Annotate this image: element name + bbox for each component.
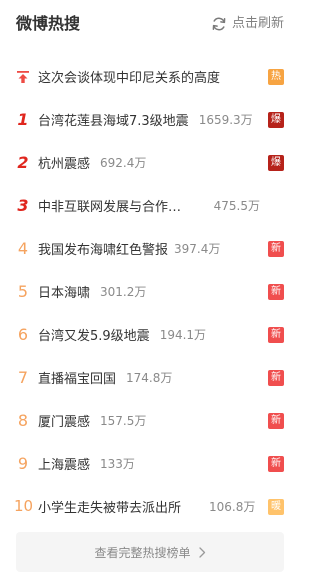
list-item[interactable]: 3 中非互联网发展与合作论坛 475.5万: [0, 184, 300, 227]
topic: 日本海啸 301.2万: [38, 270, 260, 313]
topic-text: 这次会谈体现中印尼关系的高度: [38, 71, 221, 86]
topic-text: 厦门震感: [38, 415, 91, 430]
topic: 厦门震感 157.5万: [38, 399, 260, 442]
rank-number: 3: [17, 196, 29, 215]
heat-count: 1659.3万: [198, 113, 253, 127]
topic-text: 台湾又发5.9级地震: [38, 329, 150, 344]
topic: 台湾又发5.9级地震 194.1万: [38, 313, 260, 356]
view-full-list-label: 查看完整热搜榜单: [94, 545, 191, 560]
topic: 中非互联网发展与合作论坛 475.5万: [38, 184, 260, 227]
new-badge: 新: [268, 456, 284, 472]
topic-text: 台湾花莲县海域7.3级地震: [38, 114, 189, 129]
rank-number: 4: [17, 239, 29, 258]
hot-badge: 热: [268, 69, 284, 85]
topic-text: 日本海啸: [38, 286, 91, 301]
list-item[interactable]: 5 日本海啸 301.2万 新: [0, 270, 300, 313]
topic: 上海震感 133万: [38, 442, 260, 485]
boom-badge: 爆: [268, 112, 284, 128]
list-item[interactable]: 6 台湾又发5.9级地震 194.1万 新: [0, 313, 300, 356]
hot-search-list: 这次会谈体现中印尼关系的高度 热 1 台湾花莲县海域7.3级地震 1659.3万…: [0, 55, 300, 528]
heat-count: 194.1万: [159, 328, 207, 342]
rank-number: 5: [17, 282, 29, 301]
list-item[interactable]: 1 台湾花莲县海域7.3级地震 1659.3万 爆: [0, 98, 300, 141]
list-item[interactable]: 7 直播福宝回国 174.8万 新: [0, 356, 300, 399]
chevron-right-icon: [198, 546, 205, 558]
rank-number: 1: [17, 110, 29, 129]
boom-badge: 爆: [268, 155, 284, 171]
pin-top-icon: [14, 55, 32, 98]
topic: 小学生走失被带去派出所 106.8万: [38, 485, 260, 528]
topic: 直播福宝回国 174.8万: [38, 356, 260, 399]
topic: 杭州震感 692.4万: [38, 141, 260, 184]
heat-count: 301.2万: [100, 285, 147, 299]
topic: 我国发布海啸红色警报 397.4万: [38, 227, 260, 270]
list-item[interactable]: 9 上海震感 133万 新: [0, 442, 300, 485]
list-item[interactable]: 2 杭州震感 692.4万 爆: [0, 141, 300, 184]
warm-badge: 暖: [268, 499, 284, 515]
heat-count: 157.5万: [100, 414, 147, 428]
rank-number: 10: [14, 497, 34, 515]
new-badge: 新: [268, 370, 284, 386]
heat-count: 133万: [100, 457, 135, 471]
topic-text: 直播福宝回国: [38, 372, 117, 387]
new-badge: 新: [268, 284, 284, 300]
new-badge: 新: [268, 241, 284, 257]
heat-count: 174.8万: [126, 371, 173, 385]
topic-text: 小学生走失被带去派出所: [38, 501, 182, 516]
new-badge: 新: [268, 327, 284, 343]
topic-text: 杭州震感: [38, 157, 91, 172]
refresh-label: 点击刷新: [231, 16, 284, 31]
rank-number: 9: [17, 454, 29, 473]
rank-number: 6: [17, 325, 29, 344]
heat-count: 106.8万: [209, 500, 256, 514]
topic-text: 上海震感: [38, 458, 91, 473]
rank-number: 8: [17, 411, 29, 430]
topic: 这次会谈体现中印尼关系的高度: [38, 55, 260, 98]
list-item[interactable]: 10 小学生走失被带去派出所 106.8万 暖: [0, 485, 300, 528]
view-full-list-button[interactable]: 查看完整热搜榜单: [16, 532, 284, 572]
topic-text: 我国发布海啸红色警报: [38, 243, 169, 258]
list-item[interactable]: 4 我国发布海啸红色警报 397.4万 新: [0, 227, 300, 270]
rank-number: 7: [17, 368, 29, 387]
rank-number: 2: [17, 153, 29, 172]
new-badge: 新: [268, 413, 284, 429]
heat-count: 397.4万: [174, 242, 221, 256]
list-item[interactable]: 8 厦门震感 157.5万 新: [0, 399, 300, 442]
topic: 台湾花莲县海域7.3级地震 1659.3万: [38, 98, 260, 141]
refresh-icon: [212, 17, 226, 31]
heat-count: 692.4万: [100, 156, 147, 170]
topic-text: 中非互联网发展与合作论坛: [38, 200, 186, 215]
list-item[interactable]: 这次会谈体现中印尼关系的高度 热: [0, 55, 300, 98]
header: 微博热搜 点击刷新: [0, 0, 300, 50]
heat-count: 475.5万: [213, 199, 260, 213]
refresh-button[interactable]: 点击刷新: [211, 14, 284, 34]
page-title: 微博热搜: [16, 14, 81, 33]
